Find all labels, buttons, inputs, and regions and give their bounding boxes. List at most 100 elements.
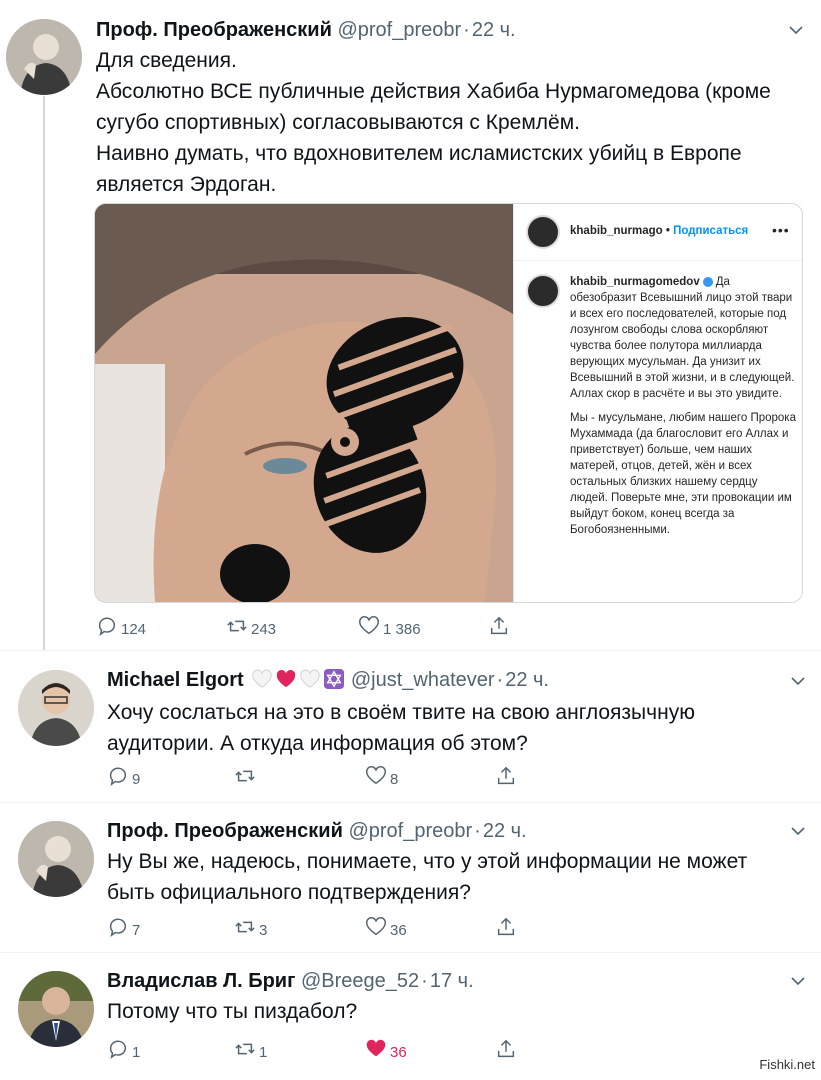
divider xyxy=(0,952,821,953)
instagram-caption-text-1: Да обезобразит Всевышний лицо этой твари… xyxy=(570,276,795,400)
retweet-count: 3 xyxy=(259,921,268,939)
divider xyxy=(0,650,821,651)
reply-count: 124 xyxy=(121,620,147,638)
divider xyxy=(0,802,821,803)
chevron-down-icon[interactable] xyxy=(790,823,806,839)
share-button[interactable] xyxy=(495,914,517,940)
instagram-header-user: khabib_nurmago • Подписаться xyxy=(570,225,749,237)
timestamp[interactable]: 17 ч. xyxy=(430,970,474,992)
retweet-button[interactable] xyxy=(234,763,259,789)
heart-icon xyxy=(366,1039,386,1057)
reply-icon xyxy=(109,918,126,938)
heart-icon xyxy=(366,917,386,936)
share-icon xyxy=(497,766,515,785)
separator-dot: · xyxy=(496,669,504,691)
author-handle[interactable]: @Breege_52 xyxy=(301,970,419,992)
instagram-avatar xyxy=(526,215,560,249)
avatar[interactable] xyxy=(18,821,94,897)
reply-icon xyxy=(109,1040,126,1060)
author-handle[interactable]: @prof_preobr xyxy=(337,19,461,41)
like-button[interactable]: 36 xyxy=(365,1036,407,1062)
separator-dot: · xyxy=(421,970,428,992)
instagram-caption: khabib_nurmagomedov Да обезобразит Всевыш… xyxy=(570,274,798,546)
like-button[interactable]: 1 386 xyxy=(358,613,421,639)
like-button[interactable]: 8 xyxy=(365,763,398,789)
tweet-actions: 7 3 36 xyxy=(107,914,527,940)
tweet-header: Проф. Преображенский @prof_preobr · 22 ч. xyxy=(96,18,516,42)
timestamp[interactable]: 22 ч. xyxy=(505,669,549,691)
chevron-down-icon[interactable] xyxy=(790,973,806,989)
avatar[interactable] xyxy=(18,670,94,746)
retweet-icon xyxy=(227,620,247,632)
reply-icon xyxy=(109,767,126,787)
author-name[interactable]: Проф. Преображенский xyxy=(107,820,343,842)
tweet-header: Владислав Л. Бриг @Breege_52 · 17 ч. xyxy=(107,969,474,993)
like-button[interactable]: 36 xyxy=(365,914,407,940)
star-of-david-icon xyxy=(323,669,345,689)
chevron-down-icon[interactable] xyxy=(788,22,804,38)
instagram-caption-user: khabib_nurmagomedov xyxy=(570,276,700,288)
retweet-count: 243 xyxy=(251,620,277,638)
instagram-username: khabib_nurmago xyxy=(570,225,663,237)
reply-button[interactable]: 9 xyxy=(107,763,140,789)
author-name[interactable]: Владислав Л. Бриг xyxy=(107,970,295,992)
author-handle[interactable]: @just_whatever xyxy=(351,669,495,691)
share-icon xyxy=(497,917,515,936)
share-button[interactable] xyxy=(495,763,517,789)
retweet-count: 1 xyxy=(259,1043,268,1061)
separator-dot: · xyxy=(463,19,470,41)
reply-icon xyxy=(98,617,115,637)
retweet-icon xyxy=(235,921,255,933)
reply-button[interactable]: 7 xyxy=(107,914,140,940)
white-heart-icon xyxy=(251,669,273,689)
author-name[interactable]: Michael Elgort xyxy=(107,669,244,691)
tweet-header: Michael Elgort @just_whatever · 22 ч. xyxy=(107,668,549,692)
chevron-down-icon[interactable] xyxy=(790,673,806,689)
retweet-icon xyxy=(235,770,255,782)
instagram-caption-text-2: Мы - мусульмане, любим нашего Пророка Му… xyxy=(570,412,796,536)
tweet-actions: 9 8 xyxy=(107,763,527,789)
like-count: 1 386 xyxy=(383,620,421,638)
tweet-text: Потому что ты пиздабол? xyxy=(107,1000,358,1023)
share-icon xyxy=(490,616,508,635)
tweet-actions: 1 1 36 xyxy=(107,1036,527,1062)
heart-icon xyxy=(359,616,379,635)
instagram-follow-link: Подписаться xyxy=(673,225,749,237)
retweet-icon xyxy=(235,1043,255,1055)
white-heart-icon xyxy=(299,669,321,689)
tweet-text: Ну Вы же, надеюсь, понимаете, что у этой… xyxy=(107,850,748,904)
timestamp[interactable]: 22 ч. xyxy=(472,19,516,41)
share-icon xyxy=(497,1039,515,1058)
retweet-button[interactable]: 3 xyxy=(234,914,267,940)
thread-line xyxy=(43,96,45,651)
reply-button[interactable]: 1 xyxy=(107,1036,140,1062)
like-count: 36 xyxy=(390,921,407,939)
watermark: Fishki.net xyxy=(759,1057,815,1072)
photo-image xyxy=(95,204,513,602)
verified-icon xyxy=(702,276,713,287)
tweet-media[interactable]: khabib_nurmago • Подписаться ••• khabib_… xyxy=(94,203,803,603)
author-handle[interactable]: @prof_preobr xyxy=(348,820,472,842)
tweet-text: Для сведения. Абсолютно ВСЕ публичные де… xyxy=(96,49,771,196)
retweet-button[interactable]: 1 xyxy=(234,1036,267,1062)
separator-dot: · xyxy=(474,820,481,842)
retweet-button[interactable]: 243 xyxy=(226,613,276,639)
reply-count: 7 xyxy=(132,921,141,939)
tweet-header: Проф. Преображенский @prof_preobr · 22 ч. xyxy=(107,819,527,843)
author-name[interactable]: Проф. Преображенский xyxy=(96,19,332,41)
like-count: 36 xyxy=(390,1043,407,1061)
tweet-actions: 124 243 1 386 xyxy=(96,613,516,639)
instagram-header: khabib_nurmago • Подписаться ••• xyxy=(514,204,802,261)
avatar[interactable] xyxy=(18,971,94,1047)
avatar[interactable] xyxy=(6,19,82,95)
timestamp[interactable]: 22 ч. xyxy=(483,820,527,842)
reply-count: 9 xyxy=(132,770,141,788)
share-button[interactable] xyxy=(495,1036,517,1062)
red-heart-icon xyxy=(275,669,297,689)
tweet-text: Хочу сослаться на это в своём твите на с… xyxy=(107,701,695,755)
reply-button[interactable]: 124 xyxy=(96,613,146,639)
share-button[interactable] xyxy=(488,613,510,639)
instagram-caption-avatar xyxy=(526,274,560,308)
more-icon: ••• xyxy=(772,222,790,238)
reply-count: 1 xyxy=(132,1043,141,1061)
